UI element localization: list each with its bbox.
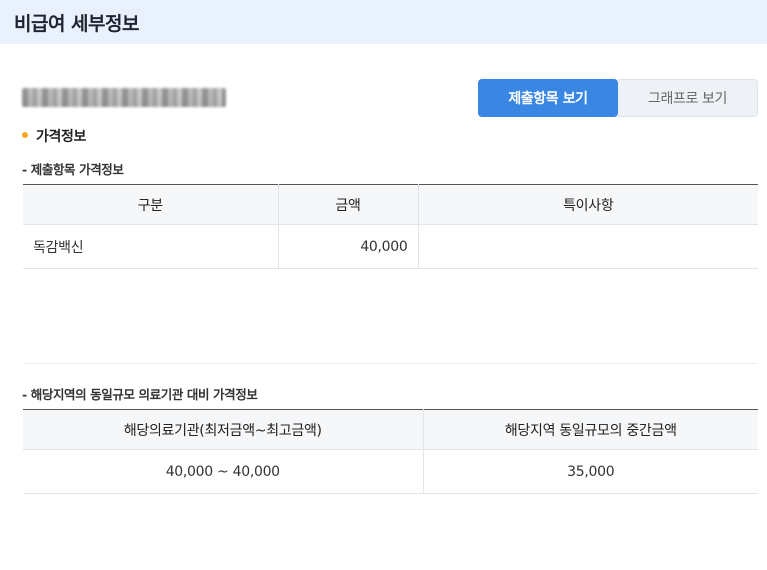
table-header-row: 해당의료기관(최저금액~최고금액) 해당지역 동일규모의 중간금액 — [23, 409, 758, 450]
regional-price-table: 해당의료기관(최저금액~최고금액) 해당지역 동일규모의 중간금액 40,000… — [23, 409, 758, 494]
table-row: 40,000 ~ 40,000 35,000 — [23, 449, 758, 494]
column-header-range: 해당의료기관(최저금액~최고금액) — [23, 409, 424, 450]
column-header-category: 구분 — [23, 184, 279, 225]
redacted-institution-name — [22, 88, 226, 107]
cell-note — [418, 224, 758, 269]
submitted-price-table: 구분 금액 특이사항 독감백신 40,000 — [23, 184, 758, 269]
price-info-heading: 가격정보 — [22, 126, 86, 146]
cell-amount: 40,000 — [278, 224, 419, 269]
column-header-note: 특이사항 — [418, 184, 758, 225]
cell-median: 35,000 — [423, 449, 758, 494]
bullet-dot-icon — [22, 132, 28, 138]
column-header-amount: 금액 — [278, 184, 419, 225]
cell-range: 40,000 ~ 40,000 — [23, 449, 424, 494]
section-divider — [23, 363, 758, 364]
price-info-heading-label: 가격정보 — [36, 129, 86, 145]
page-header: 비급여 세부정보 — [0, 0, 767, 44]
table-header-row: 구분 금액 특이사항 — [23, 184, 758, 225]
table-row: 독감백신 40,000 — [23, 224, 758, 269]
column-header-median: 해당지역 동일규모의 중간금액 — [423, 409, 758, 450]
cell-category: 독감백신 — [23, 224, 279, 269]
page-title: 비급여 세부정보 — [14, 13, 139, 35]
regional-price-subtitle: - 해당지역의 동일규모 의료기관 대비 가격정보 — [22, 387, 258, 402]
submitted-items-view-button[interactable]: 제출항목 보기 — [478, 79, 618, 117]
graph-view-button[interactable]: 그래프로 보기 — [618, 79, 758, 117]
submitted-price-subtitle: - 제출항목 가격정보 — [22, 162, 124, 177]
